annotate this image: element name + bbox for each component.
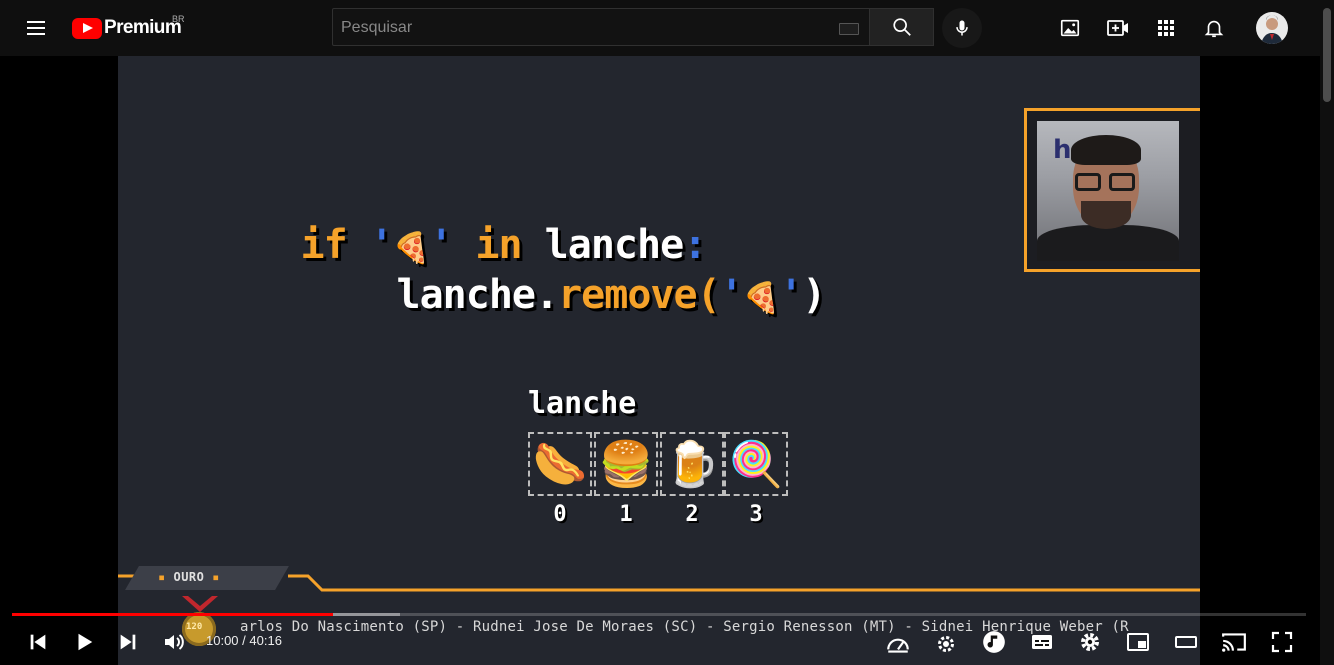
presenter-beard [1081,201,1131,229]
tier-label: OURO [173,570,205,584]
time-display: 10:00 / 40:16 [206,633,282,648]
tier-badge: ▪ OURO ▪ [158,570,220,584]
avatar[interactable] [1256,12,1288,44]
menu-icon[interactable] [24,17,48,39]
captions-icon [1032,635,1052,649]
hotdog-icon: 🌭 [532,440,588,489]
apps-icon[interactable] [1154,16,1178,40]
duration: 40:16 [249,633,282,648]
image-icon[interactable] [1058,16,1082,40]
mic-icon [956,20,968,36]
list-index: 1 [619,502,633,527]
video-player[interactable]: if '🍕' in lanche: lanche.remove('🍕') h e… [0,56,1320,665]
progress-bar[interactable] [12,613,1306,616]
play-icon [78,633,93,651]
list-cell-hotdog: 🌭 [528,432,592,496]
search-button[interactable] [870,8,934,46]
create-icon[interactable] [1106,16,1130,40]
miniplayer-icon [1127,633,1149,651]
theater-icon [1175,636,1197,648]
list-index: 0 [553,502,567,527]
masthead: Premium BR [0,0,1334,56]
video-frame: if '🍕' in lanche: lanche.remove('🍕') h e… [118,56,1200,665]
settings-icon [1081,633,1099,651]
webcam-feed: h et [1037,121,1179,261]
popsicle-icon: 🍭 [728,440,784,489]
progress-played [12,613,333,616]
voice-search-button[interactable] [942,8,982,48]
music-button[interactable] [980,628,1008,656]
next-button[interactable] [114,628,142,656]
music-icon [983,631,1005,653]
list-index: 2 [685,502,699,527]
page-scrollbar[interactable] [1320,0,1334,665]
ambient-mode-button[interactable] [932,630,960,658]
mute-button[interactable] [160,628,188,656]
skip-previous-icon [30,634,46,650]
skip-next-icon [120,634,136,650]
theater-mode-button[interactable] [1172,628,1200,656]
list-cell-popsicle: 🍭 [724,432,788,496]
gear-icon [938,636,954,652]
playback-speed-button[interactable] [884,630,912,658]
fullscreen-button[interactable] [1268,628,1296,656]
logo-text: Premium [104,17,182,38]
burger-icon: 🍔 [598,440,654,489]
subtitles-button[interactable] [1028,628,1056,656]
medal-number: 120 [186,622,203,632]
presenter-hair [1071,135,1141,165]
quote: ' [779,272,803,318]
close-paren: ) [802,272,826,318]
beer-icon: 🍺 [664,440,720,489]
time-separator: / [242,633,246,648]
list-cell-beer: 🍺 [660,432,724,496]
volume-icon [165,634,184,650]
speedometer-icon [887,638,909,653]
current-time: 10:00 [206,633,239,648]
search-box [332,8,870,47]
list-title: lanche [528,386,637,421]
search-input[interactable] [339,9,823,47]
play-button[interactable] [70,628,98,656]
list-cell-burger: 🍔 [594,432,658,496]
fullscreen-icon [1271,631,1293,653]
method-remove: remove( [558,272,721,318]
cast-icon [1222,633,1246,652]
keyboard-icon[interactable] [839,23,859,35]
miniplayer-button[interactable] [1124,628,1152,656]
quote: ' [719,272,744,318]
code-line-2: lanche.remove('🍕') [258,226,827,364]
cast-button[interactable] [1220,628,1248,656]
bell-icon[interactable] [1202,16,1226,40]
settings-button[interactable] [1076,628,1104,656]
youtube-logo[interactable]: Premium [72,16,182,40]
previous-button[interactable] [24,628,52,656]
pizza-icon: 🍕 [742,281,780,316]
search-icon [892,18,911,36]
webcam-overlay: h et [1024,108,1200,272]
region-code: BR [172,14,185,24]
scrollbar-thumb[interactable] [1323,8,1331,102]
presenter-glasses [1073,173,1139,193]
youtube-play-icon [72,17,102,39]
object-lanche: lanche. [396,272,560,318]
presenter-shirt [1037,225,1179,261]
list-index: 3 [749,502,763,527]
